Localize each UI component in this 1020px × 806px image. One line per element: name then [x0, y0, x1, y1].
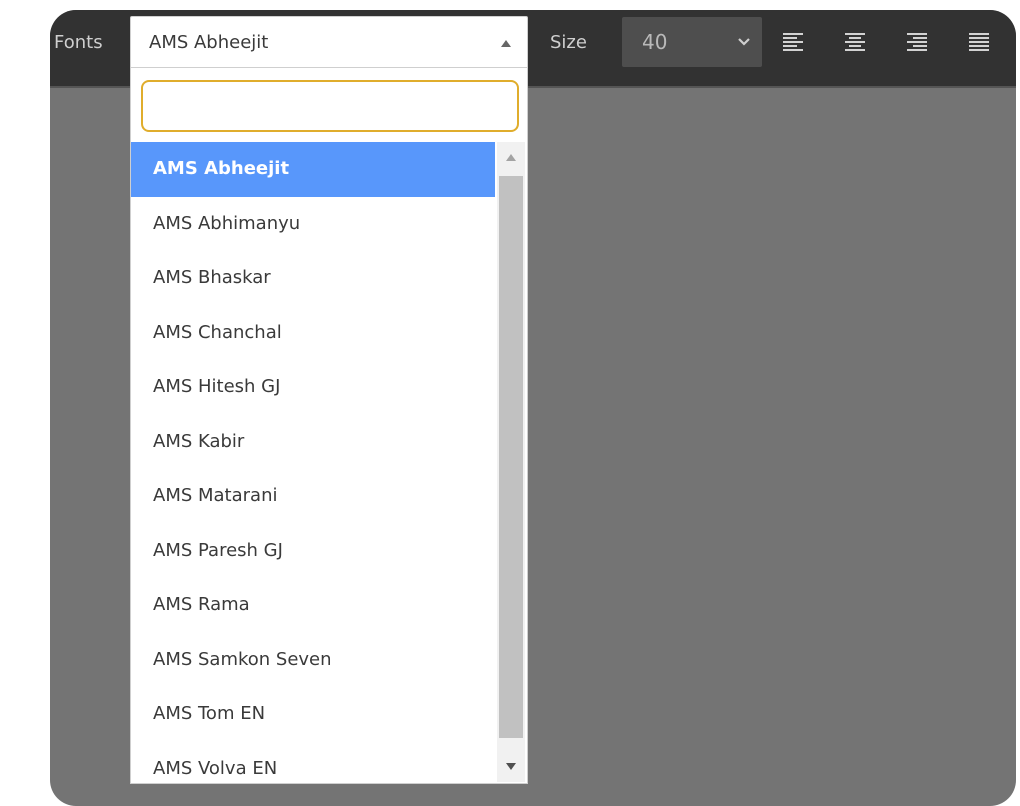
font-option[interactable]: AMS Rama — [131, 578, 495, 633]
font-option[interactable]: AMS Chanchal — [131, 306, 495, 361]
dropdown-scrollbar[interactable] — [497, 142, 525, 782]
align-left-icon[interactable] — [782, 32, 804, 54]
font-option[interactable]: AMS Tom EN — [131, 687, 495, 742]
size-label: Size — [550, 32, 587, 53]
font-option-list: AMS Abheejit AMS Abhimanyu AMS Bhaskar AMS … — [131, 142, 495, 784]
font-option[interactable]: AMS Hitesh GJ — [131, 360, 495, 415]
size-select[interactable]: 40 — [622, 17, 762, 67]
scroll-thumb[interactable] — [499, 176, 523, 738]
font-dropdown: AMS Abheejit AMS Abhimanyu AMS Bhaskar AMS … — [130, 68, 528, 784]
font-select[interactable]: AMS Abheejit — [130, 16, 528, 68]
font-option[interactable]: AMS Abheejit — [131, 142, 495, 197]
scroll-down-icon[interactable] — [506, 763, 516, 770]
scroll-up-icon[interactable] — [506, 154, 516, 161]
size-value: 40 — [642, 30, 668, 54]
caret-up-icon — [501, 40, 511, 47]
font-option[interactable]: AMS Abhimanyu — [131, 197, 495, 252]
align-right-icon[interactable] — [906, 32, 928, 54]
editor-panel: Fonts Size 40 AMS Abheejit AMS Abheejit … — [50, 10, 1016, 806]
fonts-label: Fonts — [54, 32, 103, 53]
font-option[interactable]: AMS Matarani — [131, 469, 495, 524]
font-option[interactable]: AMS Samkon Seven — [131, 633, 495, 688]
font-option[interactable]: AMS Kabir — [131, 415, 495, 470]
font-search-input[interactable] — [141, 80, 519, 132]
font-option[interactable]: AMS Volva EN — [131, 742, 495, 785]
font-option[interactable]: AMS Paresh GJ — [131, 524, 495, 579]
font-option[interactable]: AMS Bhaskar — [131, 251, 495, 306]
chevron-down-icon — [738, 38, 750, 46]
align-justify-icon[interactable] — [968, 32, 990, 54]
align-center-icon[interactable] — [844, 32, 866, 54]
font-select-value: AMS Abheejit — [149, 32, 269, 53]
